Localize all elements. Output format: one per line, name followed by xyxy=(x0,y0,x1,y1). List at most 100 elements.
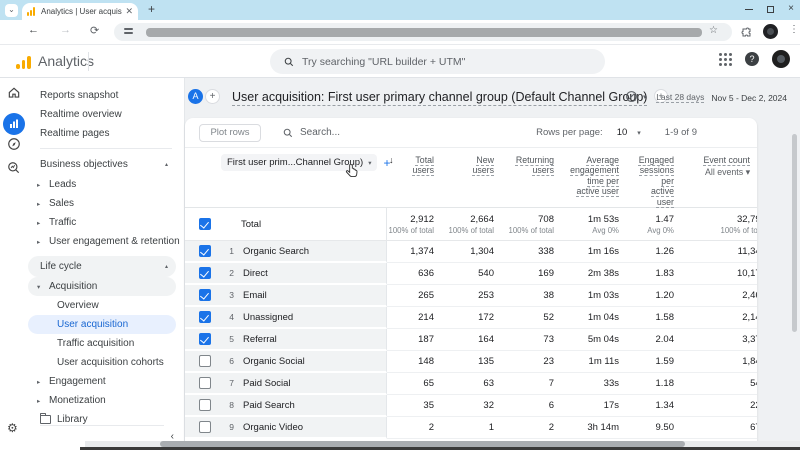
reload-button[interactable]: ⟳ xyxy=(90,24,99,37)
sort-descending-icon[interactable]: ↓ xyxy=(389,155,394,207)
sidebar-item-traffic-acquisition[interactable]: Traffic acquisition xyxy=(28,334,176,353)
column-header[interactable]: Engaged sessions per active user xyxy=(625,148,680,207)
table-row[interactable]: 9Organic Video2123h 14m9.50674 xyxy=(185,417,757,439)
chevron-right-icon[interactable]: ▸ xyxy=(37,200,49,208)
new-tab-button[interactable]: + xyxy=(148,2,155,16)
table-row[interactable]: 6Organic Social148135231m 11s1.591,843 xyxy=(185,351,757,373)
sidebar-item-leads[interactable]: ▸ Leads xyxy=(28,175,176,194)
help-icon[interactable]: ? xyxy=(745,52,759,66)
sidebar-item-monetization[interactable]: ▸ Monetization xyxy=(28,391,176,410)
column-header[interactable]: New users xyxy=(440,148,500,207)
table-search-input[interactable]: Search... xyxy=(283,127,340,138)
property-badge[interactable]: A xyxy=(188,89,203,104)
bookmark-star-icon[interactable]: ☆ xyxy=(709,25,718,36)
table-row[interactable]: 3Email265253381m 03s1.202,462 xyxy=(185,285,757,307)
apps-grid-icon[interactable] xyxy=(719,52,732,66)
home-icon[interactable] xyxy=(7,86,21,100)
sidebar-item-user-engagement-retention[interactable]: ▸ User engagement & retention xyxy=(28,232,180,251)
browser-tab[interactable]: Analytics | User acquisition: Firs ✕ xyxy=(22,3,138,20)
advertising-icon[interactable] xyxy=(7,161,21,175)
table-row[interactable]: 7Paid Social6563733s1.18547 xyxy=(185,373,757,395)
metric-value: 164 xyxy=(440,329,500,351)
sidebar-section-life-cycle[interactable]: Life cycle ▴ xyxy=(28,256,176,277)
table-row[interactable]: 8Paid Search3532617s1.34222 xyxy=(185,395,757,417)
window-minimize-button[interactable] xyxy=(745,8,754,10)
chevron-right-icon[interactable]: ▸ xyxy=(37,397,49,405)
table-row[interactable]: 1 Organic Search 1,374 1,304 338 1m 16s 1.26 11… xyxy=(185,241,757,263)
forward-button[interactable]: → xyxy=(60,24,71,36)
total-row-checkbox[interactable] xyxy=(199,218,211,230)
chevron-up-icon[interactable]: ▴ xyxy=(165,161,168,168)
chevron-right-icon[interactable]: ▸ xyxy=(37,181,49,189)
row-checkbox[interactable] xyxy=(199,245,211,257)
tab-close-icon[interactable]: ✕ xyxy=(125,6,133,17)
rows-per-page-caret-icon[interactable]: ▾ xyxy=(637,129,641,137)
sidebar-item-label: Realtime overview xyxy=(40,109,122,120)
window-close-button[interactable]: × xyxy=(788,4,794,14)
total-metric-cell: 708 100% of total xyxy=(500,208,560,240)
sidebar-item-overview[interactable]: Overview xyxy=(28,296,176,315)
sidebar-item-engagement[interactable]: ▸ Engagement xyxy=(28,372,176,391)
window-maximize-button[interactable] xyxy=(767,5,775,13)
global-search-input[interactable]: Try searching "URL builder + UTM" xyxy=(270,49,605,74)
metric-value: 1m 03s xyxy=(560,285,625,307)
sidebar-item-traffic[interactable]: ▸ Traffic xyxy=(28,213,176,232)
plot-rows-button[interactable]: Plot rows xyxy=(199,123,261,142)
table-row[interactable]: 4Unassigned214172521m 04s1.582,147 xyxy=(185,307,757,329)
chevron-up-icon[interactable]: ▴ xyxy=(165,263,168,270)
vertical-scrollbar[interactable] xyxy=(792,134,797,332)
event-count-filter-dropdown[interactable]: All events ▾ xyxy=(705,167,750,177)
title-caret-icon[interactable]: ▾ xyxy=(643,93,647,101)
column-header[interactable]: ↓ Total users xyxy=(387,148,440,207)
reports-icon[interactable] xyxy=(3,113,25,135)
table-row[interactable]: 2Direct6365401692m 38s1.8310,175 xyxy=(185,263,757,285)
sidebar-item-realtime-overview[interactable]: Realtime overview xyxy=(28,105,176,124)
sidebar-item-label: Traffic acquisition xyxy=(57,338,135,349)
tune-icon[interactable] xyxy=(124,28,133,36)
row-checkbox[interactable] xyxy=(199,311,211,323)
sidebar-section-business-objectives[interactable]: Business objectives ▴ xyxy=(28,154,176,175)
column-header[interactable]: Event count All events ▾ xyxy=(680,148,757,207)
row-checkbox[interactable] xyxy=(199,289,211,301)
sidebar-item-realtime-pages[interactable]: Realtime pages xyxy=(28,124,176,143)
browser-menu-icon[interactable]: ⋮ xyxy=(789,24,799,35)
address-bar[interactable]: ☆ xyxy=(114,23,732,41)
row-checkbox[interactable] xyxy=(199,333,211,345)
back-button[interactable]: ← xyxy=(28,24,39,36)
tab-title: Analytics | User acquisition: Firs xyxy=(41,7,122,16)
row-checkbox[interactable] xyxy=(199,377,211,389)
check-circle-icon[interactable] xyxy=(625,90,638,103)
extensions-icon[interactable] xyxy=(740,26,752,44)
account-avatar[interactable] xyxy=(772,50,790,68)
column-header[interactable]: Returning users xyxy=(500,148,560,207)
date-range[interactable]: Nov 5 - Dec 2, 2024 xyxy=(711,93,787,103)
tab-search-chevron-icon[interactable]: ⌄ xyxy=(5,4,18,17)
analytics-logo-icon[interactable] xyxy=(16,54,32,69)
browser-profile-avatar[interactable] xyxy=(763,24,778,39)
row-checkbox[interactable] xyxy=(199,267,211,279)
admin-gear-icon[interactable]: ⚙ xyxy=(7,421,18,435)
column-header-label: New users xyxy=(472,155,494,176)
row-checkbox[interactable] xyxy=(199,399,211,411)
row-checkbox[interactable] xyxy=(199,355,211,367)
explore-icon[interactable] xyxy=(7,137,21,151)
sidebar-item-library[interactable]: Library xyxy=(28,410,176,429)
add-comparison-button[interactable]: + xyxy=(205,89,220,104)
chevron-right-icon[interactable]: ▸ xyxy=(37,378,49,386)
row-checkbox[interactable] xyxy=(199,421,211,433)
sidebar-item-user-acquisition[interactable]: User acquisition xyxy=(28,315,176,334)
metric-value: 1m 16s xyxy=(560,241,625,263)
table-row[interactable]: 5Referral187164735m 04s2.043,376 xyxy=(185,329,757,351)
sidebar-item-user-acquisition-cohorts[interactable]: User acquisition cohorts xyxy=(28,353,176,372)
column-header[interactable]: Average engagement time per active user xyxy=(560,148,625,207)
sidebar-item-sales[interactable]: ▸ Sales xyxy=(28,194,176,213)
chevron-down-icon[interactable]: ▾ xyxy=(37,283,49,291)
sidebar-item-reports-snapshot[interactable]: Reports snapshot xyxy=(28,86,176,105)
mouse-cursor xyxy=(344,163,360,179)
chevron-right-icon[interactable]: ▸ xyxy=(37,238,49,246)
date-preset[interactable]: Last 28 days xyxy=(656,92,705,103)
report-title[interactable]: User acquisition: First user primary cha… xyxy=(232,90,648,106)
sidebar-item-acquisition[interactable]: ▾ Acquisition xyxy=(28,277,176,296)
rows-per-page-value[interactable]: 10 xyxy=(617,127,628,138)
chevron-right-icon[interactable]: ▸ xyxy=(37,219,49,227)
